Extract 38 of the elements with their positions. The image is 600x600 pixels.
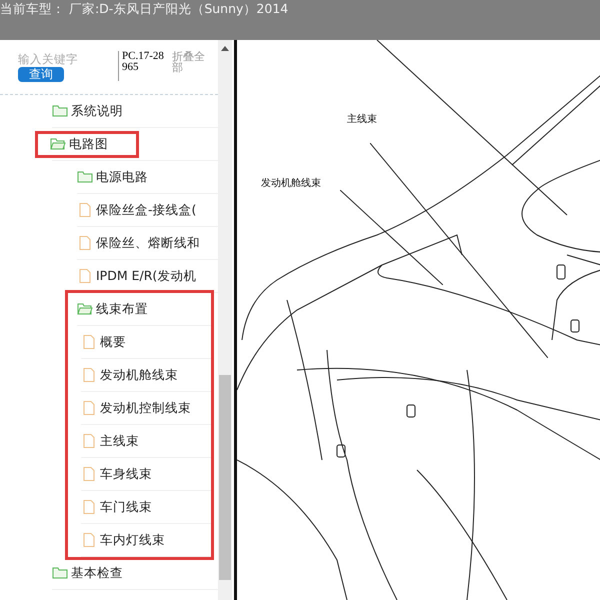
folder-icon	[52, 565, 68, 581]
tree-item[interactable]: IPDM E/R(发动机	[77, 268, 196, 284]
document-icon	[81, 499, 97, 515]
open-folder-icon	[77, 301, 93, 317]
tree-item[interactable]: 主线束	[81, 432, 139, 450]
search-button[interactable]: 查询	[18, 67, 64, 82]
open-folder-icon	[50, 136, 66, 152]
tree-item[interactable]: 车内灯线束	[81, 532, 165, 548]
tree-item[interactable]: 线束布置	[77, 300, 148, 318]
document-icon	[81, 334, 97, 350]
tree-item[interactable]: 电路图	[35, 130, 139, 158]
diagram-label: 发动机舱线束	[261, 176, 321, 190]
tree-item[interactable]: 电源电路	[77, 168, 148, 186]
tree-item[interactable]: 概要	[81, 334, 126, 350]
tree-item[interactable]: 系统说明	[52, 102, 123, 120]
tree-item[interactable]: 基本检查	[52, 564, 123, 582]
vehicle-title: 当前车型： 厂家:D-东风日产阳光（Sunny）2014	[0, 0, 288, 18]
document-icon	[77, 268, 93, 284]
tree-item[interactable]: 发动机控制线束	[81, 400, 191, 416]
scrollbar[interactable]	[218, 40, 232, 600]
tree-item[interactable]: 车身线束	[81, 466, 152, 482]
tree-item[interactable]: 车门线束	[81, 498, 152, 516]
document-icon	[81, 400, 97, 416]
document-icon	[81, 466, 97, 482]
document-icon	[81, 367, 97, 383]
document-icon	[81, 433, 97, 449]
tree-item[interactable]: 保险丝盒-接线盒(	[77, 202, 196, 218]
scroll-thumb[interactable]	[219, 375, 231, 580]
document-icon	[77, 202, 93, 218]
document-icon	[77, 235, 93, 251]
diagram-label: 主线束	[347, 112, 377, 126]
folder-icon	[77, 169, 93, 185]
tree-item[interactable]: 保险丝、熔断线和	[77, 234, 200, 252]
folder-icon	[52, 103, 68, 119]
code-text: PC.17-28965	[118, 51, 168, 81]
document-icon	[81, 532, 97, 548]
scroll-up-icon[interactable]	[221, 46, 229, 51]
tree-item[interactable]: 发动机舱线束	[81, 366, 178, 384]
